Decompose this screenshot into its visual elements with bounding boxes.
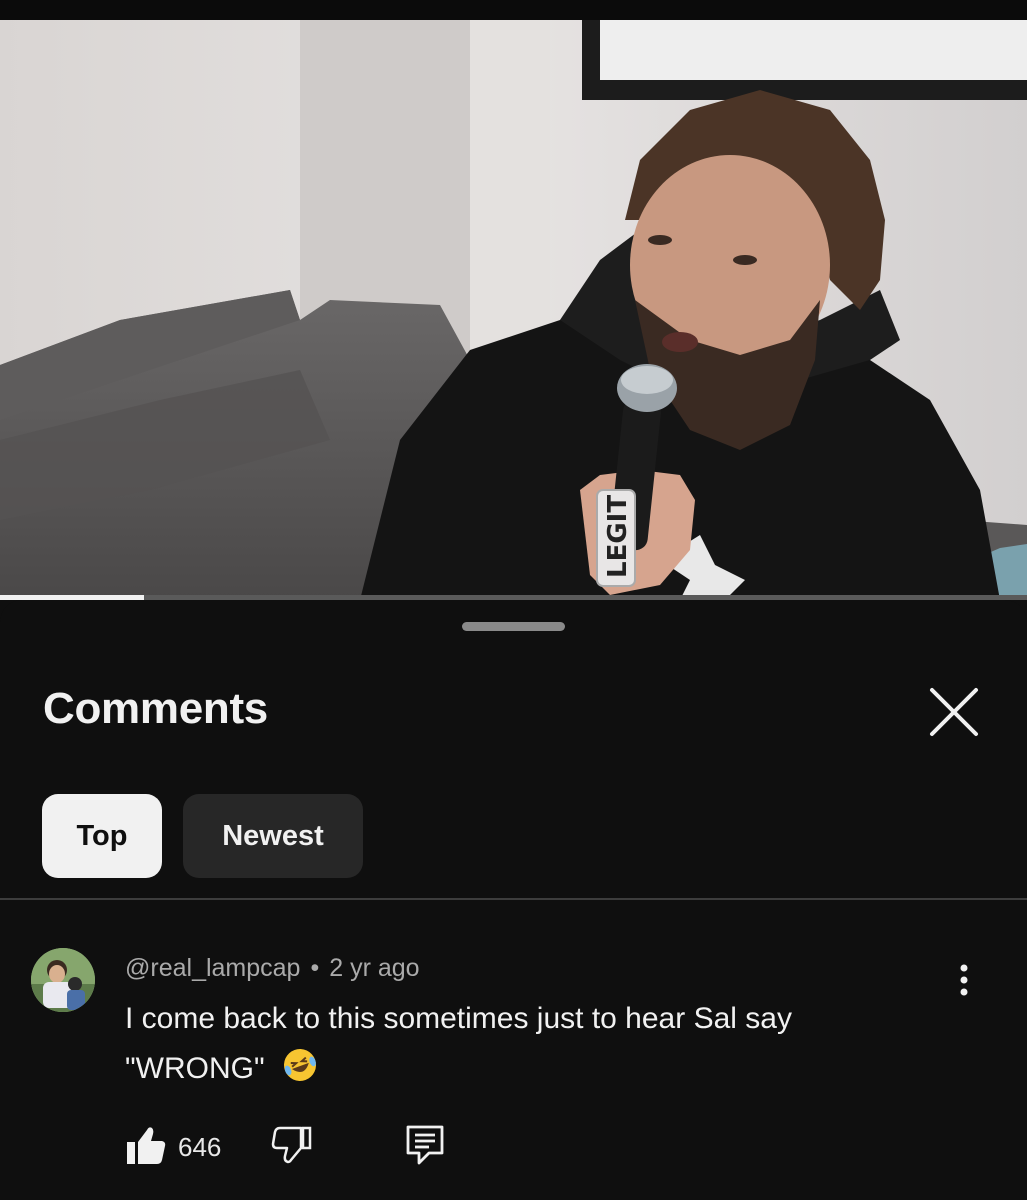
comment-meta: @real_lampcap • 2 yr ago — [125, 954, 420, 983]
divider — [0, 898, 1027, 900]
avatar-photo — [31, 948, 95, 1012]
top-strip — [0, 0, 1027, 20]
dislike-button[interactable] — [271, 1124, 313, 1171]
video-player[interactable]: LEGIT — [0, 20, 1027, 600]
comments-title: Comments — [43, 684, 268, 733]
comment-time: 2 yr ago — [329, 954, 420, 982]
rolling-on-floor-laughing-icon — [281, 1046, 319, 1100]
close-icon — [930, 688, 978, 736]
reply-icon — [406, 1125, 444, 1165]
filter-chip-newest[interactable]: Newest — [183, 794, 363, 878]
comment-body: I come back to this sometimes just to he… — [125, 994, 955, 1100]
drag-handle[interactable] — [462, 622, 565, 631]
avatar[interactable] — [31, 948, 95, 1012]
comment-line-1: I come back to this sometimes just to he… — [125, 1002, 792, 1035]
comment-author[interactable]: @real_lampcap — [125, 954, 300, 983]
thumb-up-icon — [127, 1127, 166, 1164]
filter-chip-top[interactable]: Top — [42, 794, 162, 878]
comment-line-2: "WRONG" — [125, 1052, 265, 1085]
reply-button[interactable] — [405, 1124, 445, 1171]
thumb-down-icon — [271, 1126, 312, 1164]
comments-sheet: Comments Top Newest @real_lampcap • 2 yr… — [0, 600, 1027, 1200]
video-frame-illustration: LEGIT — [0, 20, 1027, 600]
meta-separator: • — [310, 954, 320, 982]
like-count: 646 — [178, 1132, 222, 1162]
ring-text: LEGIT — [603, 495, 633, 578]
close-button[interactable] — [924, 682, 984, 742]
like-button[interactable] — [125, 1124, 167, 1171]
